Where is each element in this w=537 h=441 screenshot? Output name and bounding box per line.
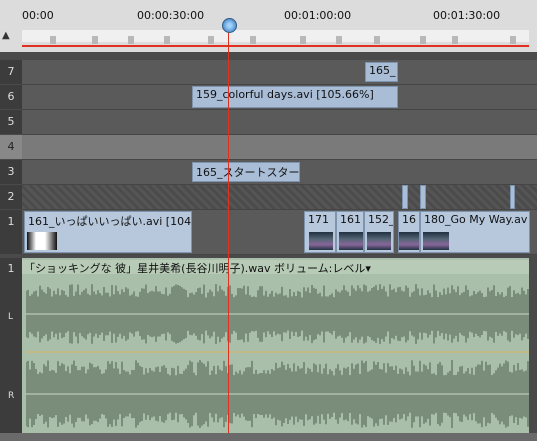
track-lane-5[interactable] xyxy=(22,110,537,135)
ruler-timecodes: 00:00 00:00:30:00 00:01:00:00 00:01:30:0… xyxy=(22,0,537,22)
track-header-7[interactable]: 7 xyxy=(0,60,22,84)
track-header-2[interactable]: 2 xyxy=(0,185,22,209)
track-lane-2[interactable] xyxy=(22,185,537,210)
track-lane-7[interactable]: 165_ xyxy=(22,60,537,85)
audio-clip-title[interactable]: 「ショッキングな 彼」星井美希(長谷川明子).wav ボリューム:レベル▾ xyxy=(22,260,529,275)
track-header-1[interactable]: 1 xyxy=(0,210,22,254)
audio-track-header[interactable]: 1 L R xyxy=(0,258,22,441)
clip-thumbnail xyxy=(367,232,391,250)
playhead-handle[interactable] xyxy=(222,18,237,33)
clip-label: 161 xyxy=(340,213,361,226)
clip-thumbnail xyxy=(309,232,333,250)
track-lane-6[interactable]: 159_colorful days.avi [105.66%] xyxy=(22,85,537,110)
video-clip[interactable]: 161 xyxy=(336,211,364,253)
timecode-label: 00:01:00:00 xyxy=(284,9,352,22)
clip-label: 180_Go My Way.av xyxy=(424,213,528,226)
clip[interactable] xyxy=(420,185,426,209)
track-lane-3[interactable]: 165_スタートスター. xyxy=(22,160,537,185)
clip[interactable]: 165_スタートスター. xyxy=(192,162,300,182)
left-channel-label: L xyxy=(8,312,14,322)
clip-thumbnail xyxy=(27,232,57,250)
clip[interactable] xyxy=(402,185,408,209)
timecode-label: 00:01:30:00 xyxy=(433,9,501,22)
track-header-4[interactable]: 4 xyxy=(0,135,22,159)
track-header-3[interactable]: 3 xyxy=(0,160,22,184)
clip-thumbnail xyxy=(423,232,449,250)
audio-waveform xyxy=(26,276,529,441)
timecode-label: 00:00 xyxy=(22,9,54,22)
clip-thumbnail xyxy=(339,232,363,250)
clip[interactable]: 165_ xyxy=(365,62,398,82)
track-header-6[interactable]: 6 xyxy=(0,85,22,109)
clip-label: 152_ xyxy=(368,213,394,226)
video-clip[interactable]: 180_Go My Way.av xyxy=(420,211,530,253)
audio-clip[interactable]: 「ショッキングな 彼」星井美希(長谷川明子).wav ボリューム:レベル▾ xyxy=(22,258,529,441)
time-ruler[interactable]: 00:00 00:00:30:00 00:01:00:00 00:01:30:0… xyxy=(0,0,537,52)
range-bar xyxy=(22,45,529,47)
audio-track-number: 1 xyxy=(7,262,15,275)
track-header-5[interactable]: 5 xyxy=(0,110,22,134)
video-clip[interactable]: 152_ xyxy=(364,211,394,253)
timecode-label: 00:00:30:00 xyxy=(137,9,205,22)
clip-label: 171 xyxy=(308,213,329,226)
video-clip[interactable]: 171 xyxy=(304,211,336,253)
clip-label: 16 xyxy=(402,213,416,226)
video-clip[interactable]: 16 xyxy=(398,211,420,253)
clip-thumbnail xyxy=(399,232,419,250)
home-icon[interactable]: ▲ xyxy=(2,30,10,41)
clip[interactable]: 159_colorful days.avi [105.66%] xyxy=(192,86,398,108)
playhead-line xyxy=(228,20,229,441)
right-channel-label: R xyxy=(8,391,15,401)
clip-label: 161_いっぱいいっぱい.avi [104. xyxy=(28,215,192,228)
track-lane-1[interactable]: 161_いっぱいいっぱい.avi [104. 171 161 152_ 16 1… xyxy=(22,210,537,255)
clip[interactable] xyxy=(510,185,515,209)
horizontal-scrollbar[interactable] xyxy=(0,433,537,441)
track-lane-4[interactable] xyxy=(22,135,537,160)
video-clip[interactable]: 161_いっぱいいっぱい.avi [104. xyxy=(24,211,192,253)
